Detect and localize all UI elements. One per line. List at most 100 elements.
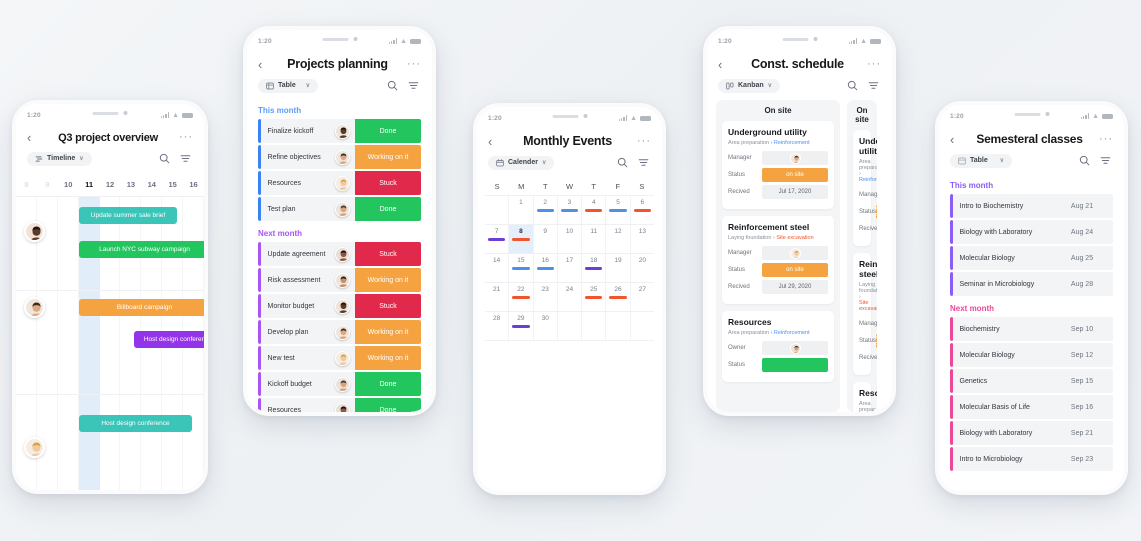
table-row[interactable]: Kickoff budget Done [258,372,421,396]
calendar-event-bar[interactable] [512,296,530,299]
filter-icon[interactable] [866,78,881,93]
timeline-day-13[interactable]: 13 [120,180,141,189]
calendar-day-cell[interactable]: 30 [534,312,558,340]
search-icon[interactable] [615,155,630,170]
calendar-day-cell[interactable]: 23 [534,283,558,311]
table-row[interactable]: Genetics Sep 15 [950,369,1113,393]
kanban-card[interactable]: Resources Area preparation › Reinforcemen… [853,382,877,412]
timeline-day-14[interactable]: 14 [141,180,162,189]
calendar-event-bar[interactable] [512,325,530,328]
status-badge[interactable]: Done [355,197,421,221]
row-avatar-cell[interactable] [329,320,355,344]
calendar-day-cell[interactable] [631,312,654,340]
kanban-card[interactable]: Resources Area preparation › Reinforcemen… [722,311,834,382]
table-row[interactable]: New test Working on it [258,346,421,370]
row-avatar-cell[interactable] [329,294,355,318]
calendar-day-cell[interactable]: 11 [582,225,607,253]
table-row[interactable]: Intro to Biochemistry Aug 21 [950,194,1113,218]
calendar-day-cell[interactable]: 21 [485,283,510,311]
view-selector-table[interactable]: Table ∨ [258,78,318,93]
filter-icon[interactable] [1098,153,1113,168]
calendar-day-cell[interactable]: 1 [509,196,534,224]
calendar-day-cell[interactable]: 16 [534,254,558,282]
kanban-card[interactable]: Reinforcement steel Laying foundation › S… [853,253,877,375]
kanban-field-value[interactable] [762,246,828,260]
table-row[interactable]: Test plan Done [258,197,421,221]
filter-icon[interactable] [178,151,193,166]
row-avatar-cell[interactable] [329,197,355,221]
timeline-day-12[interactable]: 12 [100,180,121,189]
back-button[interactable]: ‹ [718,58,728,71]
kanban-card[interactable]: Underground utility Area preparation › Re… [853,130,877,246]
kanban-card[interactable]: Underground utility Area preparation › Re… [722,121,834,209]
calendar-day-cell[interactable]: 5 [606,196,631,224]
row-avatar-cell[interactable] [329,268,355,292]
row-avatar-cell[interactable] [329,372,355,396]
status-badge[interactable]: Working on it [355,268,421,292]
calendar-day-cell[interactable]: 12 [606,225,631,253]
table-row[interactable]: Resources Done [258,398,421,412]
calendar-event-bar[interactable] [512,238,530,241]
row-avatar-cell[interactable] [329,145,355,169]
more-options-button[interactable]: ··· [407,58,421,70]
status-badge[interactable]: Stuck [355,242,421,266]
view-selector-table[interactable]: Table ∨ [950,153,1012,168]
kanban-field-value[interactable] [762,341,828,355]
timeline-task-bar[interactable]: Host design conference [134,331,204,348]
timeline-task-bar[interactable]: Launch NYC subway campaign [79,241,204,258]
kanban-field-value[interactable]: on site [876,205,877,219]
view-selector-timeline[interactable]: Timeline ∨ [27,151,92,166]
timeline-day-11[interactable]: 11 [79,180,100,189]
calendar-day-cell[interactable]: 2 [534,196,558,224]
calendar-day-cell[interactable]: 28 [485,312,510,340]
avatar[interactable] [24,221,45,242]
kanban-field-value[interactable]: Jul 29, 2020 [762,280,828,294]
back-button[interactable]: ‹ [950,133,960,146]
status-badge[interactable]: Stuck [355,171,421,195]
status-badge[interactable]: Done [355,119,421,143]
calendar-event-bar[interactable] [488,238,506,241]
more-options-button[interactable]: ··· [867,58,881,70]
filter-icon[interactable] [636,155,651,170]
status-badge[interactable]: Stuck [355,294,421,318]
table-row[interactable]: Biochemistry Sep 10 [950,317,1113,341]
calendar-event-bar[interactable] [536,267,554,270]
calendar-event-bar[interactable] [512,267,530,270]
timeline-task-bar[interactable]: Update summer sale brief [79,207,177,224]
calendar-day-cell[interactable]: 13 [631,225,654,253]
calendar-day-cell[interactable]: 14 [485,254,510,282]
calendar-day-cell[interactable]: 7 [485,225,510,253]
view-selector-calendar[interactable]: Calender ∨ [488,155,555,170]
calendar-event-bar[interactable] [633,209,651,212]
table-row[interactable]: Molecular Biology Aug 25 [950,246,1113,270]
calendar-event-bar[interactable] [585,267,603,270]
table-row[interactable]: Molecular Basis of Life Sep 16 [950,395,1113,419]
calendar-event-bar[interactable] [585,209,603,212]
calendar-day-cell[interactable]: 19 [606,254,631,282]
table-row[interactable]: Refine objectives Working on it [258,145,421,169]
calendar-day-cell[interactable]: 17 [558,254,583,282]
timeline-task-bar[interactable]: Host design conference [79,415,192,432]
calendar-day-cell[interactable]: 18 [582,254,607,282]
table-row[interactable]: Biology with Laboratory Sep 21 [950,421,1113,445]
table-row[interactable]: Biology with Laboratory Aug 24 [950,220,1113,244]
row-avatar-cell[interactable] [329,171,355,195]
calendar-day-cell[interactable] [582,312,607,340]
kanban-field-value[interactable]: on site [762,263,828,277]
calendar-day-cell[interactable] [485,196,510,224]
kanban-field-value[interactable] [762,151,828,165]
calendar-day-cell[interactable]: 15 [509,254,534,282]
calendar-event-bar[interactable] [536,209,554,212]
table-row[interactable]: Finalize kickoff Done [258,119,421,143]
timeline-task-bar[interactable]: Billboard campaign [79,299,204,316]
calendar-day-cell[interactable]: 8 [509,225,534,253]
avatar[interactable] [24,297,45,318]
more-options-button[interactable]: ··· [179,132,193,143]
timeline-day-9[interactable]: 9 [37,180,58,189]
status-badge[interactable]: Working on it [355,320,421,344]
calendar-event-bar[interactable] [609,209,627,212]
timeline-day-8[interactable]: 8 [16,180,37,189]
calendar-day-cell[interactable]: 4 [582,196,607,224]
calendar-event-bar[interactable] [609,296,627,299]
calendar-day-cell[interactable]: 6 [631,196,654,224]
